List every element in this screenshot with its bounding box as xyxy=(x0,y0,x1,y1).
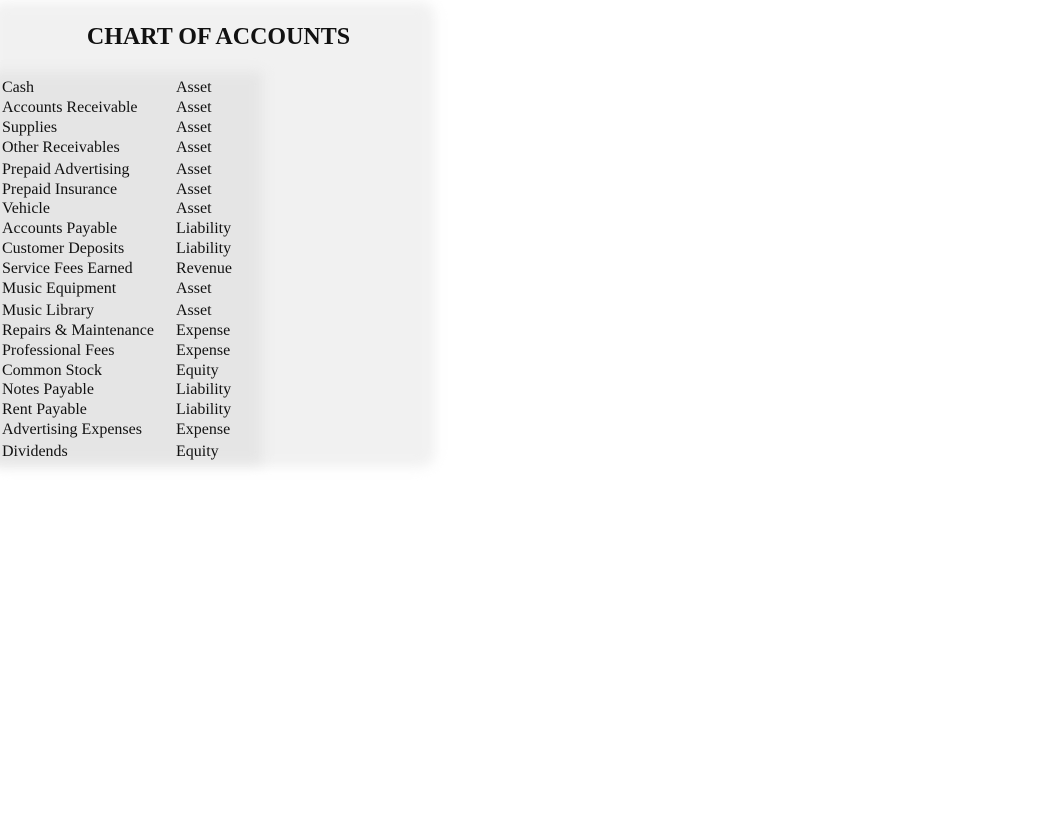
account-type: Expense xyxy=(176,421,231,438)
account-type: Asset xyxy=(176,181,212,198)
account-name: Music Equipment xyxy=(2,280,117,297)
account-name: Vehicle xyxy=(2,200,50,217)
account-type: Equity xyxy=(176,362,219,379)
account-name: Common Stock xyxy=(2,362,103,379)
account-name: Dividends xyxy=(2,443,68,460)
account-type: Liability xyxy=(176,240,232,257)
account-type: Asset xyxy=(176,139,212,156)
account-name: Accounts Payable xyxy=(2,220,118,237)
account-type: Expense xyxy=(176,342,231,359)
account-type: Expense xyxy=(176,322,231,339)
account-name: Rent Payable xyxy=(2,401,87,418)
account-name: Service Fees Earned xyxy=(2,260,133,277)
account-type: Asset xyxy=(176,119,212,136)
account-name: Accounts Receivable xyxy=(2,99,138,116)
account-name: Professional Fees xyxy=(2,342,115,359)
account-name: Advertising Expenses xyxy=(2,421,142,438)
account-type: Liability xyxy=(176,381,232,398)
account-type: Liability xyxy=(176,220,232,237)
account-name: Supplies xyxy=(2,119,58,136)
account-name: Prepaid Insurance xyxy=(2,181,118,198)
account-name: Customer Deposits xyxy=(2,240,125,257)
account-name: Notes Payable xyxy=(2,381,94,398)
account-type: Asset xyxy=(176,99,212,116)
account-name: Other Receivables xyxy=(2,139,120,156)
account-name: Cash xyxy=(2,79,34,96)
page-title: CHART OF ACCOUNTS xyxy=(86,24,351,50)
account-name: Prepaid Advertising xyxy=(2,161,130,178)
account-type: Asset xyxy=(176,161,212,178)
account-name: Repairs & Maintenance xyxy=(2,322,154,339)
account-type: Equity xyxy=(176,443,219,460)
account-type: Asset xyxy=(176,302,212,319)
account-type: Asset xyxy=(176,200,212,217)
account-name: Music Library xyxy=(2,302,94,319)
account-type: Revenue xyxy=(176,260,232,277)
account-type: Asset xyxy=(176,280,212,297)
account-type: Asset xyxy=(176,79,212,96)
account-type: Liability xyxy=(176,401,232,418)
